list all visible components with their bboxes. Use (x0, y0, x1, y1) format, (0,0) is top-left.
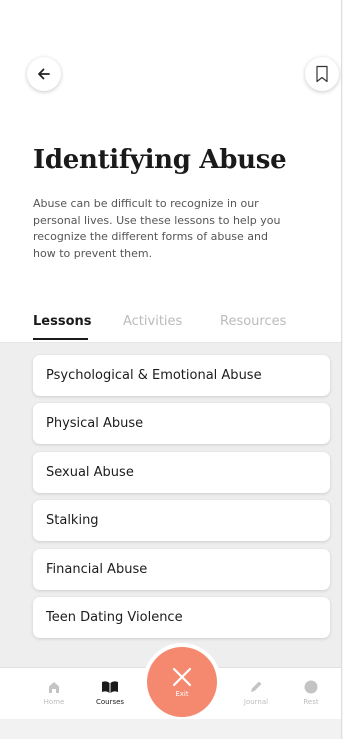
tab-bar: Lessons Activities Resources (0, 312, 341, 343)
nav-journal-label: Journal (243, 698, 269, 706)
lesson-item[interactable]: Stalking (33, 500, 330, 541)
circle-icon (304, 680, 318, 694)
nav-courses[interactable]: Courses (87, 680, 133, 706)
exit-label: Exit (175, 690, 189, 698)
pencil-icon (251, 681, 262, 692)
tab-activities[interactable]: Activities (123, 314, 182, 329)
book-icon (102, 681, 118, 693)
lesson-item[interactable]: Sexual Abuse (33, 452, 330, 493)
page-description: Abuse can be difficult to recognize in o… (33, 197, 281, 260)
app-screen: Identifying Abuse Abuse can be difficult… (0, 0, 342, 739)
arrow-left-icon (38, 68, 50, 80)
bookmark-icon (316, 65, 328, 83)
tab-resources[interactable]: Resources (220, 314, 286, 329)
bottom-strip (0, 719, 341, 739)
page-title: Identifying Abuse (33, 145, 287, 175)
lesson-item[interactable]: Teen Dating Violence (33, 597, 330, 638)
lesson-list: Psychological & Emotional Abuse Physical… (0, 343, 341, 667)
nav-journal[interactable]: Journal (233, 680, 279, 706)
nav-home[interactable]: Home (31, 680, 77, 706)
close-icon (172, 667, 192, 687)
nav-courses-label: Courses (95, 698, 125, 706)
exit-button[interactable]: Exit (147, 647, 217, 717)
tab-lessons[interactable]: Lessons (33, 314, 92, 329)
lesson-item[interactable]: Financial Abuse (33, 549, 330, 590)
nav-home-label: Home (43, 698, 65, 706)
lesson-item[interactable]: Physical Abuse (33, 403, 330, 444)
lesson-item[interactable]: Psychological & Emotional Abuse (33, 355, 330, 396)
active-tab-indicator (33, 338, 88, 340)
nav-rest[interactable]: Rest (288, 680, 334, 706)
bookmark-button[interactable] (305, 57, 339, 91)
back-button[interactable] (27, 57, 61, 91)
home-icon (49, 682, 59, 693)
nav-rest-label: Rest (303, 698, 319, 706)
